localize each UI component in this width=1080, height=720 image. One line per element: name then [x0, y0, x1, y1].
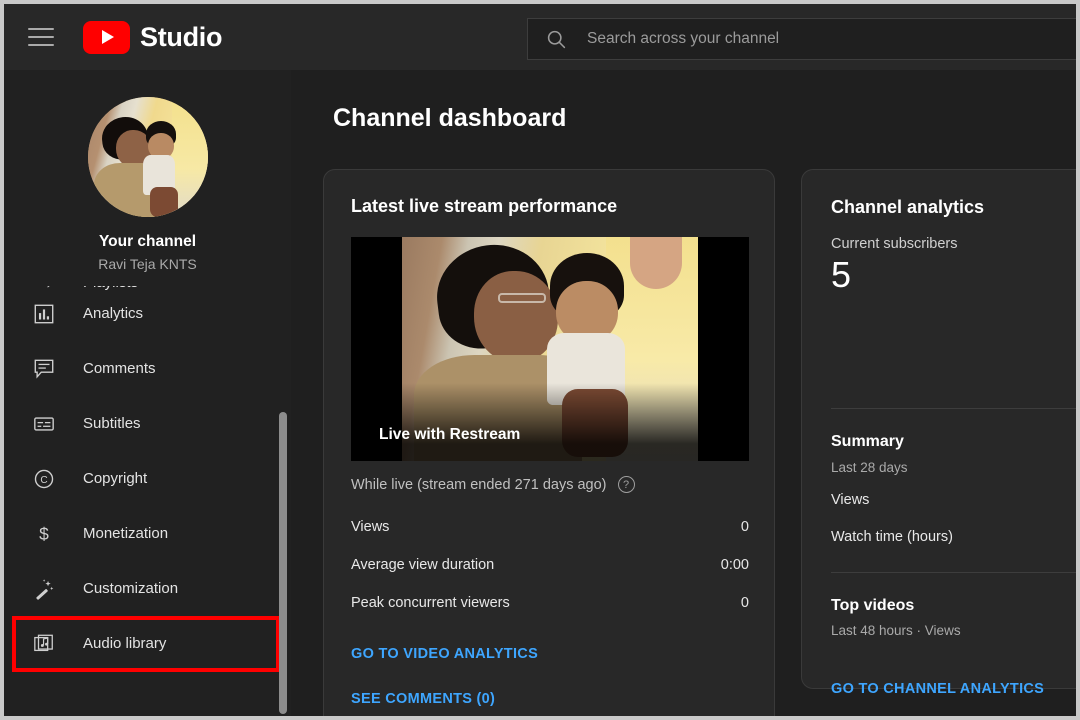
- summary-metric-label: Views: [831, 492, 870, 508]
- hamburger-line: [28, 44, 54, 46]
- summary-title: Summary: [831, 433, 904, 450]
- while-live-text: While live (stream ended 271 days ago): [351, 476, 607, 493]
- sidebar-item-label: Subtitles: [83, 415, 141, 432]
- stat-label: Average view duration: [351, 557, 495, 573]
- divider: [831, 572, 1076, 573]
- divider: [831, 408, 1076, 409]
- thumbnail-man-glasses: [498, 293, 546, 303]
- stat-row: Views 0: [351, 519, 749, 535]
- top-videos-title: Top videos: [831, 597, 915, 614]
- search-input[interactable]: [587, 30, 1027, 48]
- sidebar-item-customization[interactable]: Customization: [4, 561, 291, 616]
- channel-identity-block[interactable]: Your channel Ravi Teja KNTS: [4, 70, 291, 272]
- page-title: Channel dashboard: [333, 104, 567, 132]
- top-videos-subtitle: Last 48 hours · Views: [831, 623, 961, 638]
- card-title: Channel analytics: [831, 197, 985, 217]
- sidebar-item-playlists[interactable]: Playlists: [4, 286, 291, 310]
- thumbnail-right-figure-face: [630, 237, 682, 289]
- live-stream-thumbnail[interactable]: Live with Restream: [351, 237, 749, 461]
- sidebar-item-label: Comments: [83, 360, 156, 377]
- stat-row: Average view duration 0:00: [351, 557, 749, 573]
- playlist-icon: [31, 286, 57, 296]
- avatar-photo-child-legs: [149, 187, 178, 217]
- sidebar-item-label: Customization: [83, 580, 179, 597]
- search-icon: [547, 30, 566, 48]
- go-to-video-analytics-link[interactable]: GO TO VIDEO ANALYTICS: [351, 646, 538, 662]
- sidebar-item-label: Playlists: [83, 286, 138, 291]
- your-channel-label: Your channel: [98, 233, 197, 250]
- hamburger-menu-icon[interactable]: [28, 22, 58, 52]
- stat-label: Peak concurrent viewers: [351, 595, 510, 611]
- sidebar-item-label: Monetization: [83, 525, 169, 542]
- youtube-studio-logo[interactable]: Studio: [83, 20, 223, 54]
- card-title: Latest live stream performance: [351, 196, 618, 216]
- hamburger-line: [28, 28, 54, 30]
- app-window: Studio Your channel Ra: [4, 4, 1076, 716]
- sidebar-item-label: Audio library: [83, 635, 167, 652]
- avatar: [87, 97, 208, 217]
- stat-value: 0: [740, 519, 749, 535]
- current-subscribers-value: 5: [831, 254, 852, 295]
- latest-live-stream-card: Latest live stream performance Live with…: [323, 169, 775, 716]
- sidebar-item-audio-library[interactable]: Audio library: [4, 616, 291, 671]
- subtitles-icon: [31, 411, 57, 437]
- sidebar-item-label: Copyright: [83, 470, 148, 487]
- sidebar-scrollbar-thumb[interactable]: [279, 412, 287, 714]
- stat-value: 0: [740, 595, 749, 611]
- main-content-area: Channel dashboard Latest live stream per…: [291, 70, 1076, 716]
- sidebar-nav-list: Playlists Analytics: [4, 286, 291, 671]
- search-bar[interactable]: [527, 18, 1076, 60]
- stat-label: Views: [351, 519, 390, 535]
- audio-library-icon: [31, 631, 57, 657]
- sidebar-item-monetization[interactable]: $ Monetization: [4, 506, 291, 561]
- left-sidebar: Your channel Ravi Teja KNTS Playlists: [4, 70, 291, 716]
- thumbnail-man-face: [474, 271, 558, 363]
- summary-metric-label: Watch time (hours): [831, 529, 953, 545]
- sidebar-item-subtitles[interactable]: Subtitles: [4, 396, 291, 451]
- stat-row: Peak concurrent viewers 0: [351, 595, 749, 611]
- magic-wand-icon: [31, 576, 57, 602]
- brand-label: Studio: [140, 21, 223, 52]
- youtube-play-icon: [83, 20, 130, 54]
- help-icon[interactable]: ?: [617, 476, 635, 493]
- top-header-bar: Studio: [4, 4, 1076, 70]
- summary-subtitle: Last 28 days: [831, 460, 908, 475]
- while-live-row: While live (stream ended 271 days ago) ?: [351, 476, 635, 493]
- sidebar-scrollbar[interactable]: [277, 70, 289, 716]
- go-to-channel-analytics-link[interactable]: GO TO CHANNEL ANALYTICS: [831, 681, 1044, 697]
- channel-analytics-card: Channel analytics Current subscribers 5 …: [801, 169, 1076, 697]
- see-comments-link[interactable]: SEE COMMENTS (0): [351, 691, 495, 707]
- play-triangle: [102, 30, 114, 44]
- stat-value: 0:00: [720, 557, 749, 573]
- current-subscribers-label: Current subscribers: [831, 236, 958, 252]
- thumbnail-title-label: Live with Restream: [379, 426, 521, 443]
- monetization-icon: $: [31, 521, 57, 547]
- svg-text:$: $: [39, 523, 49, 543]
- svg-text:C: C: [40, 475, 47, 486]
- thumbnail-gradient-overlay: [351, 383, 749, 461]
- copyright-icon: C: [31, 466, 57, 492]
- comments-icon: [31, 356, 57, 382]
- sidebar-item-comments[interactable]: Comments: [4, 341, 291, 396]
- sidebar-item-playlists-clipped-region: Playlists: [4, 286, 291, 310]
- sidebar-item-copyright[interactable]: C Copyright: [4, 451, 291, 506]
- channel-name-label: Ravi Teja KNTS: [98, 256, 197, 272]
- hamburger-line: [28, 36, 54, 38]
